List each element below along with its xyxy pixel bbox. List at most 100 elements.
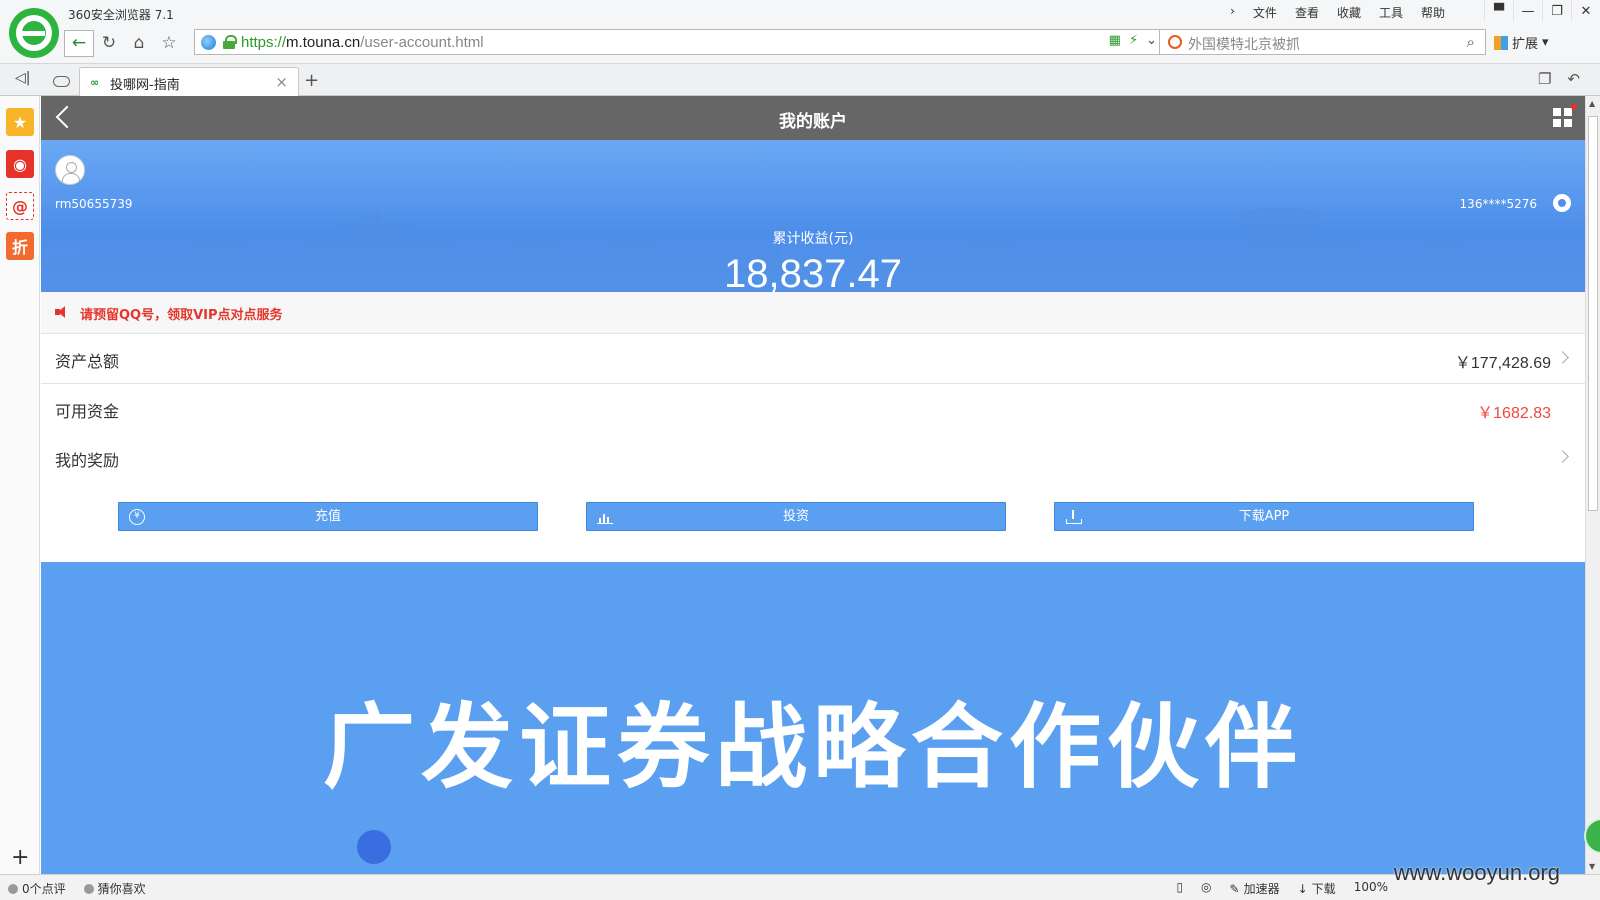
chevron-down-icon[interactable]: ⌄ xyxy=(1146,33,1157,48)
sidebar-toggle-icon[interactable]: ◁| xyxy=(15,70,30,86)
menu-item-help[interactable]: 帮助 xyxy=(1421,4,1445,21)
tab-favicon-icon: ∞ xyxy=(90,76,100,89)
left-sidebar: ★ ◉ @ 折 + xyxy=(0,96,40,874)
invest-button[interactable]: 投资 xyxy=(586,502,1006,531)
weibo-icon[interactable]: ◉ xyxy=(6,150,34,178)
address-icons: ▦ ⚡ ⌄ xyxy=(1109,33,1157,48)
search-engine-icon[interactable] xyxy=(1168,35,1182,49)
bookmark-star-icon[interactable]: ☆ xyxy=(154,29,184,57)
web-page: 我的账户 rm50655739 136****5276 累计收益(元) 18,8… xyxy=(41,96,1585,874)
address-bar[interactable]: https://m.touna.cn/user-account.html ▦ ⚡… xyxy=(194,29,1160,55)
earnings-value: 18,837.47 xyxy=(724,252,902,292)
extensions-label: 扩展 xyxy=(1512,37,1539,52)
search-input[interactable]: 外国模特北京被抓 xyxy=(1188,34,1300,54)
url-path: /user-account.html xyxy=(360,34,484,51)
menu-item-tools[interactable]: 工具 xyxy=(1379,4,1403,21)
undo-close-icon[interactable]: ↶ xyxy=(1567,70,1580,88)
app-header: 我的账户 xyxy=(41,96,1585,140)
row-label: 可用资金 xyxy=(55,402,120,421)
browser-title: 360安全浏览器 7.1 xyxy=(68,8,174,22)
row-total-assets[interactable]: 资产总额 ￥177,428.69 xyxy=(41,334,1585,384)
scroll-down-icon[interactable]: ▼ xyxy=(1589,862,1595,871)
new-tab-button[interactable]: + xyxy=(304,70,319,91)
url-text[interactable]: https://m.touna.cn/user-account.html xyxy=(241,34,484,51)
accelerator-label: 加速器 xyxy=(1243,882,1280,896)
maximize-button[interactable]: ❐ xyxy=(1542,0,1571,22)
menu-item-file[interactable]: 文件 xyxy=(1253,4,1277,21)
accelerator-item[interactable]: ✎ 加速器 xyxy=(1230,880,1280,897)
page-scrollbar[interactable]: ▲ ▼ xyxy=(1585,96,1600,874)
search-box[interactable]: 外国模特北京被抓 ⌕ xyxy=(1160,29,1486,55)
pin-icon: ✎ xyxy=(1229,881,1240,896)
reviews-item[interactable]: 0个点评 xyxy=(8,880,66,897)
recommend-label: 猜你喜欢 xyxy=(97,882,146,896)
menu-arrow-icon[interactable]: › xyxy=(1230,4,1235,21)
row-label: 资产总额 xyxy=(55,352,120,371)
close-window-button[interactable]: ✕ xyxy=(1571,0,1600,22)
extensions-button[interactable]: 扩展 ▾ xyxy=(1494,33,1549,52)
button-label: 下载APP xyxy=(1238,509,1290,524)
discount-icon[interactable]: 折 xyxy=(6,232,34,260)
mail-icon[interactable]: @ xyxy=(6,192,34,220)
avatar[interactable] xyxy=(55,155,85,185)
favorites-star-icon[interactable]: ★ xyxy=(6,108,34,136)
username: rm50655739 xyxy=(55,197,133,211)
grid-menu-icon[interactable] xyxy=(1553,108,1573,128)
download-arrow-icon: ↓ xyxy=(1297,881,1308,896)
tab-label: 投哪网-指南 xyxy=(110,78,180,93)
qr-code-icon[interactable]: ▦ xyxy=(1109,33,1121,48)
recommend-icon xyxy=(83,883,94,894)
status-right: ▯ ◎ ✎ 加速器 ↓ 下载 100% xyxy=(1176,880,1388,897)
minimize-button[interactable]: — xyxy=(1513,0,1542,22)
nav-buttons: ← ↻ ⌂ ☆ xyxy=(64,28,184,58)
site-info-icon[interactable] xyxy=(201,35,216,50)
vip-notice[interactable]: 请预留QQ号，领取VIP点对点服务 xyxy=(41,292,1585,334)
window-controls: ▀ — ❐ ✕ xyxy=(1484,0,1600,22)
browser-titlebar: 360安全浏览器 7.1 › 文件 查看 收藏 工具 帮助 ▀ — ❐ ✕ ← … xyxy=(0,0,1600,64)
row-value: ￥1682.83 xyxy=(1477,405,1551,422)
download-app-button[interactable]: 下载APP xyxy=(1054,502,1474,531)
button-label: 投资 xyxy=(782,509,809,524)
row-available-funds[interactable]: 可用资金 ￥1682.83 xyxy=(41,384,1585,434)
recharge-button[interactable]: ¥ 充值 xyxy=(118,502,538,531)
banner-decoration xyxy=(357,830,391,864)
menu-item-favorites[interactable]: 收藏 xyxy=(1337,4,1361,21)
notification-dot xyxy=(1571,104,1577,110)
recommend-item[interactable]: 猜你喜欢 xyxy=(83,880,146,897)
row-value: ￥177,428.69 xyxy=(1454,355,1551,372)
browser-back-button[interactable]: ← xyxy=(64,29,94,57)
notice-text: 请预留QQ号，领取VIP点对点服务 xyxy=(80,308,283,323)
phone-icon[interactable]: ▯ xyxy=(1176,880,1183,897)
restore-tabs-icon[interactable]: ❐ xyxy=(1538,70,1551,88)
cloud-icon[interactable] xyxy=(50,69,70,89)
yuan-circle-icon: ¥ xyxy=(129,509,145,525)
speed-icon[interactable]: ◎ xyxy=(1201,880,1211,897)
zoom-level[interactable]: 100% xyxy=(1354,880,1388,897)
sidebar-add-icon[interactable]: + xyxy=(11,845,29,870)
browser-logo-icon[interactable] xyxy=(9,8,59,58)
bar-chart-icon xyxy=(597,509,613,525)
menu-item-view[interactable]: 查看 xyxy=(1295,4,1319,21)
reviews-icon xyxy=(8,883,18,894)
refresh-button[interactable]: ↻ xyxy=(94,29,124,57)
promo-banner[interactable]: 广发证券战略合作伙伴 xyxy=(41,562,1585,874)
watermark: www.wooyun.org xyxy=(1393,860,1560,885)
row-my-rewards[interactable]: 我的奖励 xyxy=(41,433,1585,483)
home-button[interactable]: ⌂ xyxy=(124,29,154,57)
status-left: 0个点评 猜你喜欢 xyxy=(8,880,146,897)
chevron-right-icon xyxy=(1556,351,1569,364)
lightning-icon[interactable]: ⚡ xyxy=(1129,33,1138,48)
scroll-up-icon[interactable]: ▲ xyxy=(1589,99,1595,108)
scroll-thumb[interactable] xyxy=(1588,116,1598,511)
download-label: 下载 xyxy=(1311,882,1336,896)
gear-icon[interactable] xyxy=(1553,194,1571,212)
tab-touna[interactable]: ∞ 投哪网-指南 × xyxy=(79,67,299,96)
ssl-lock-icon xyxy=(223,35,237,49)
download-icon xyxy=(1065,509,1082,525)
button-label: 充值 xyxy=(314,509,341,524)
skin-icon[interactable]: ▀ xyxy=(1484,0,1513,22)
banner-text: 广发证券战略合作伙伴 xyxy=(322,694,1303,801)
download-item[interactable]: ↓ 下载 xyxy=(1298,880,1336,897)
search-icon[interactable]: ⌕ xyxy=(1467,33,1475,51)
tab-close-icon[interactable]: × xyxy=(275,73,288,91)
